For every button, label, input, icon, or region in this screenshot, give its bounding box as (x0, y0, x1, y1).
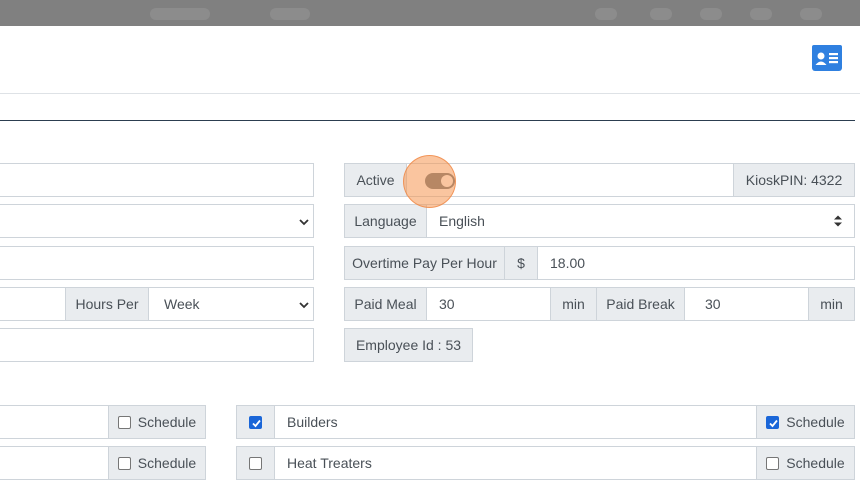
department-schedule[interactable]: Schedule (108, 405, 206, 439)
chevron-down-icon (299, 217, 309, 227)
schedule-checkbox[interactable] (117, 415, 131, 429)
dimmed-top-bar (0, 0, 860, 26)
schedule-checkbox[interactable] (117, 456, 131, 470)
schedule-label: Schedule (137, 455, 197, 471)
section-divider (0, 120, 855, 121)
overtime-value: 18.00 (550, 255, 586, 271)
language-value: English (439, 213, 485, 229)
id-card-icon[interactable] (812, 45, 842, 74)
schedule-checkbox[interactable] (766, 415, 780, 429)
department-name-field (0, 446, 109, 480)
top-bar-icon (750, 8, 772, 20)
schedule-label: Schedule (137, 414, 197, 430)
overtime-label: Overtime Pay Per Hour (344, 246, 505, 280)
hours-per-label: Hours Per (65, 287, 149, 321)
paid-meal-label: Paid Meal (344, 287, 427, 321)
top-bar-item (150, 8, 210, 20)
department-name-field: Heat Treaters (274, 446, 757, 480)
kiosk-pin: KioskPIN: 4322 (733, 163, 855, 197)
language-label: Language (344, 204, 427, 238)
paid-meal-value: 30 (439, 296, 455, 312)
card-header (0, 26, 860, 94)
name-input[interactable] (0, 163, 314, 197)
language-select[interactable]: English (426, 204, 855, 238)
left-select[interactable] (0, 204, 314, 238)
chevron-down-icon (299, 300, 309, 310)
department-checkbox[interactable] (249, 415, 262, 429)
paid-break-input[interactable]: 30 (684, 287, 809, 321)
select-arrows-icon (833, 214, 843, 227)
paid-meal-input[interactable]: 30 (426, 287, 551, 321)
department-name-field (0, 405, 109, 439)
top-bar-icon (800, 8, 822, 20)
department-name: Heat Treaters (287, 455, 372, 471)
top-bar-icon (700, 8, 722, 20)
department-name-field: Builders (274, 405, 757, 439)
schedule-label: Schedule (786, 455, 845, 471)
schedule-checkbox[interactable] (766, 456, 780, 470)
hours-input[interactable] (0, 287, 66, 321)
top-bar-item (270, 8, 310, 20)
top-bar-icon (595, 8, 617, 20)
paid-break-unit: min (808, 287, 855, 321)
paid-break-label: Paid Break (596, 287, 685, 321)
department-name: Builders (287, 414, 338, 430)
paid-break-value: 30 (705, 296, 721, 312)
department-schedule[interactable]: Schedule (108, 446, 206, 480)
left-bottom-input[interactable] (0, 328, 314, 362)
schedule-label: Schedule (786, 414, 845, 430)
hours-per-select[interactable]: Week (148, 287, 314, 321)
department-checkbox[interactable] (249, 456, 262, 470)
paid-meal-unit: min (550, 287, 597, 321)
department-schedule[interactable]: Schedule (756, 446, 855, 480)
active-label: Active (344, 163, 407, 197)
department-select-box[interactable] (236, 446, 275, 480)
department-select-box[interactable] (236, 405, 275, 439)
overtime-input[interactable]: 18.00 (537, 246, 855, 280)
hours-per-value: Week (164, 296, 200, 312)
currency-symbol: $ (504, 246, 538, 280)
department-schedule[interactable]: Schedule (756, 405, 855, 439)
employee-id: Employee Id : 53 (344, 328, 473, 362)
left-text-input[interactable] (0, 246, 314, 280)
top-bar-icon (650, 8, 672, 20)
click-highlight (403, 155, 456, 208)
